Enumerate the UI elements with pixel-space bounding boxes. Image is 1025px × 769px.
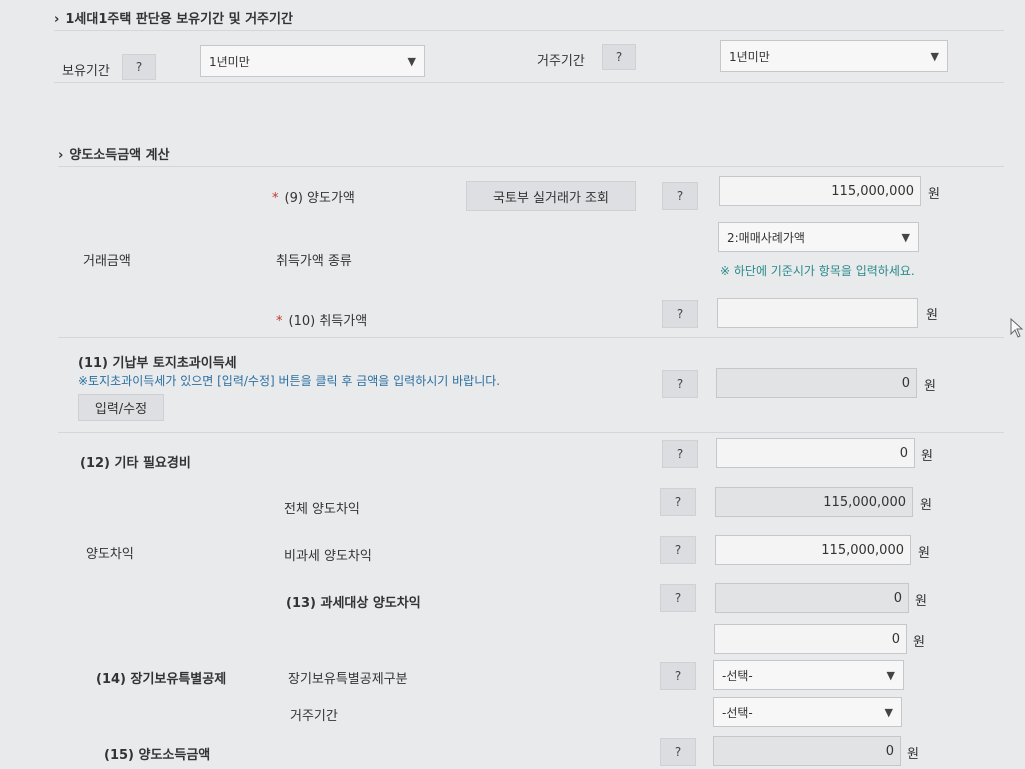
- holding-period-label: 보유기간: [62, 64, 110, 79]
- unit-won: 원: [918, 546, 930, 561]
- taxable-gain-label: (13) 과세대상 양도차익: [286, 596, 421, 611]
- chevron-down-icon: ▼: [407, 54, 416, 68]
- chevron-down-icon: ▼: [884, 705, 893, 719]
- help-button[interactable]: ?: [660, 584, 696, 612]
- residence-period-label: 거주기간: [537, 54, 585, 69]
- section-title-holding: › 1세대1주택 판단용 보유기간 및 거주기간: [54, 12, 293, 27]
- help-button[interactable]: ?: [662, 182, 698, 210]
- unit-won: 원: [921, 449, 933, 464]
- chevron-right-icon: ›: [54, 12, 60, 27]
- acq-type-label: 취득가액 종류: [276, 254, 352, 269]
- land-tax-input: 0: [716, 368, 917, 398]
- edit-land-tax-button[interactable]: 입력/수정: [78, 394, 164, 421]
- holding-period-select[interactable]: 1년미만 ▼: [200, 45, 425, 77]
- chevron-down-icon: ▼: [930, 49, 939, 63]
- other-expense-label: (12) 기타 필요경비: [80, 456, 191, 471]
- residence-period-select[interactable]: 1년미만 ▼: [720, 40, 948, 72]
- divider: [54, 82, 1004, 83]
- help-button[interactable]: ?: [660, 662, 696, 690]
- longterm-residence-select[interactable]: -선택- ▼: [713, 697, 902, 727]
- chevron-down-icon: ▼: [886, 668, 895, 682]
- longterm-residence-label: 거주기간: [290, 709, 338, 724]
- nontax-gain-input[interactable]: 115,000,000: [715, 535, 911, 565]
- help-button[interactable]: ?: [660, 536, 696, 564]
- extra-amount-input[interactable]: 0: [714, 624, 907, 654]
- acq-price-input[interactable]: [717, 298, 918, 328]
- unit-won: 원: [920, 498, 932, 513]
- nontax-gain-label: 비과세 양도차익: [284, 549, 372, 564]
- unit-won: 원: [915, 594, 927, 609]
- section-title-gain: › 양도소득금액 계산: [58, 148, 170, 163]
- help-button[interactable]: ?: [660, 488, 696, 516]
- chevron-down-icon: ▼: [901, 230, 910, 244]
- sale-price-label: * (9) 양도가액: [272, 191, 355, 206]
- help-button[interactable]: ?: [660, 738, 696, 766]
- longterm-label: (14) 장기보유특별공제: [96, 672, 227, 687]
- total-gain-input: 115,000,000: [715, 487, 913, 517]
- help-button[interactable]: ?: [662, 300, 698, 328]
- help-button[interactable]: ?: [662, 440, 698, 468]
- longterm-type-label: 장기보유특별공제구분: [288, 672, 408, 687]
- land-tax-note: ※토지초과이득세가 있으면 [입력/수정] 버튼을 클릭 후 금액을 입력하시기…: [78, 374, 501, 388]
- trade-amount-label: 거래금액: [83, 254, 131, 269]
- longterm-type-select[interactable]: -선택- ▼: [713, 660, 904, 690]
- divider: [58, 166, 1004, 167]
- divider: [58, 337, 1004, 338]
- chevron-right-icon: ›: [58, 148, 64, 163]
- land-tax-label: (11) 기납부 토지초과이득세: [78, 356, 237, 371]
- unit-won: 원: [928, 187, 940, 202]
- help-button[interactable]: ?: [602, 44, 636, 70]
- unit-won: 원: [907, 747, 919, 762]
- divider: [54, 30, 1004, 31]
- income-label: (15) 양도소득금액: [104, 748, 211, 763]
- help-button[interactable]: ?: [122, 54, 156, 80]
- help-button[interactable]: ?: [662, 370, 698, 398]
- total-gain-label: 전체 양도차익: [284, 502, 360, 517]
- unit-won: 원: [926, 308, 938, 323]
- income-input: 0: [713, 736, 901, 766]
- mouse-cursor-icon: [1010, 318, 1024, 338]
- acq-type-select[interactable]: 2:매매사례가액 ▼: [718, 222, 919, 252]
- acq-price-label: * (10) 취득가액: [276, 314, 368, 329]
- acq-type-note: ※ 하단에 기준시가 항목을 입력하세요.: [720, 264, 915, 278]
- unit-won: 원: [913, 635, 925, 650]
- gain-label: 양도차익: [86, 547, 134, 562]
- unit-won: 원: [924, 379, 936, 394]
- sale-price-input[interactable]: 115,000,000: [719, 176, 921, 206]
- lookup-real-price-button[interactable]: 국토부 실거래가 조회: [466, 181, 636, 211]
- other-expense-input[interactable]: 0: [716, 438, 915, 468]
- taxable-gain-input: 0: [715, 583, 909, 613]
- divider: [58, 432, 1004, 433]
